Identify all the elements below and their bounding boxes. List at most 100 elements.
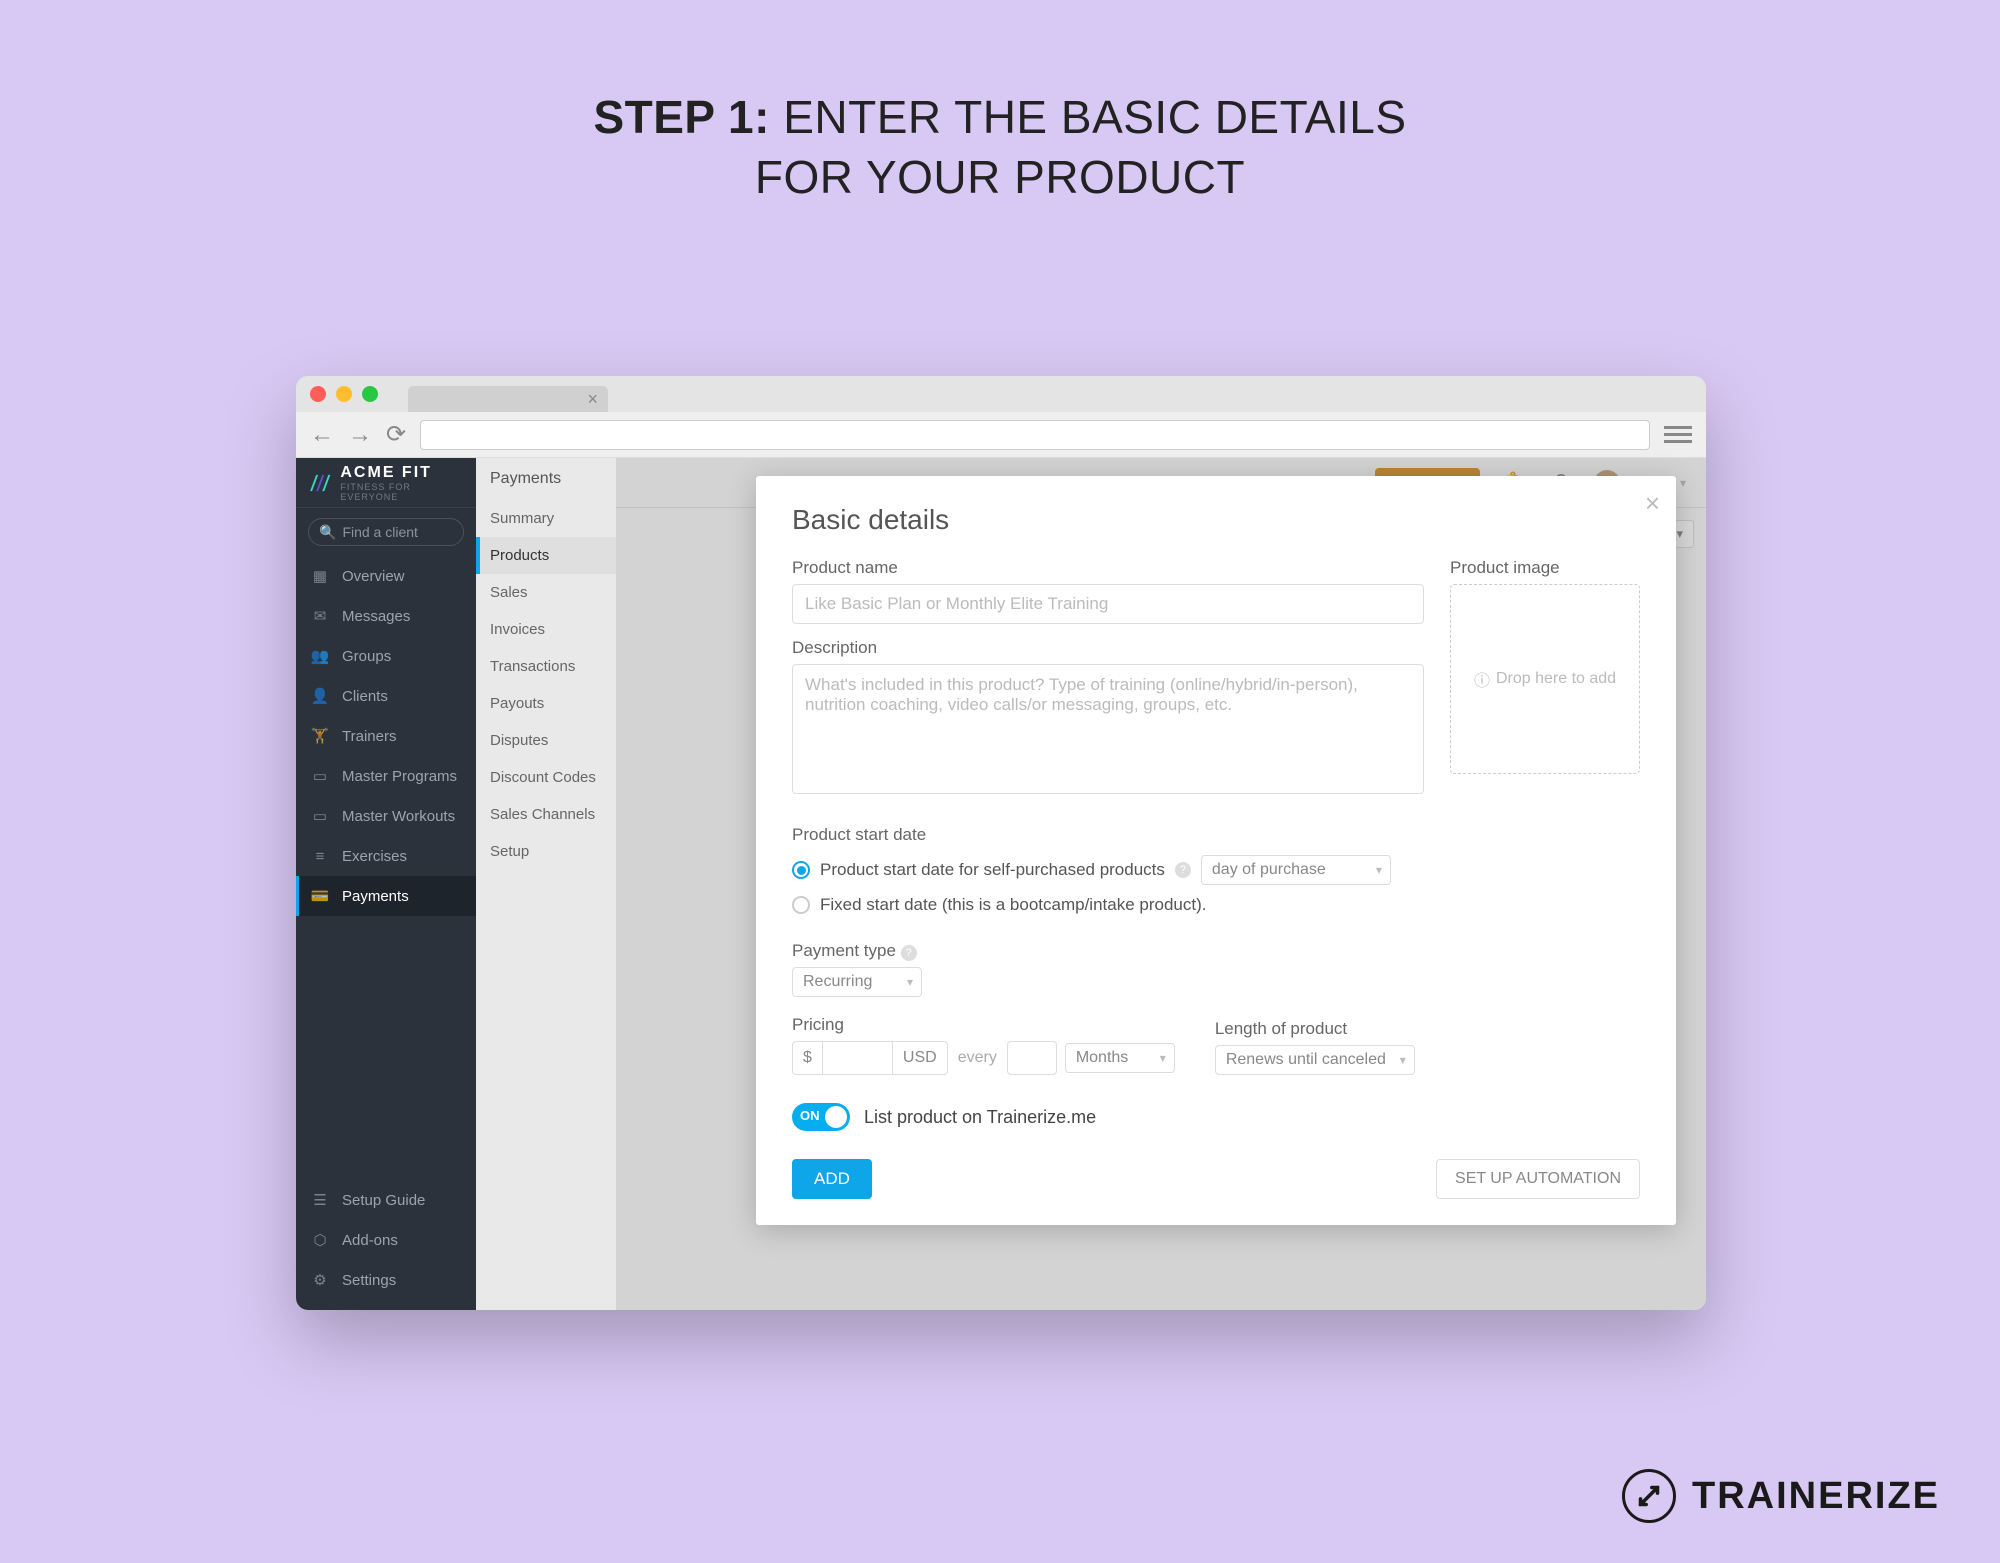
payments-icon: 💳 [310, 886, 330, 906]
payments-submenu-header: Payments [476, 458, 616, 500]
add-button[interactable]: ADD [792, 1159, 872, 1199]
chevron-down-icon: ▾ [1376, 863, 1382, 877]
submenu-products[interactable]: Products [476, 537, 616, 574]
product-name-input[interactable] [792, 584, 1424, 624]
image-dropzone[interactable]: ⓘDrop here to add [1450, 584, 1640, 774]
submenu-invoices[interactable]: Invoices [476, 611, 616, 648]
sidebar-item-exercises[interactable]: ≡Exercises [296, 836, 476, 876]
length-select[interactable]: Renews until canceled ▾ [1215, 1045, 1415, 1075]
submenu-sales-channels[interactable]: Sales Channels [476, 796, 616, 833]
messages-icon: ✉ [310, 606, 330, 626]
groups-icon: 👥 [310, 646, 330, 666]
period-count-input[interactable] [1007, 1041, 1057, 1075]
url-input[interactable] [420, 420, 1650, 450]
submenu-disputes[interactable]: Disputes [476, 722, 616, 759]
radio-self-label: Product start date for self-purchased pr… [820, 860, 1165, 880]
sidebar-item-master-workouts[interactable]: ▭Master Workouts [296, 796, 476, 836]
browser-window: × ← → ⟳ ACME FIT FITNESS FOR EVERYONE 🔍 … [296, 376, 1706, 1310]
help-icon[interactable]: ? [1175, 862, 1191, 878]
brand-icon [1622, 1469, 1676, 1523]
logo-text: ACME FIT [340, 464, 464, 482]
setup-automation-button[interactable]: SET UP AUTOMATION [1436, 1159, 1640, 1199]
basic-details-modal: × Basic details Product name Description… [756, 476, 1676, 1225]
chevron-down-icon: ▾ [1160, 1051, 1166, 1065]
sidebar-item-addons[interactable]: ⬡Add-ons [296, 1220, 476, 1260]
every-label: every [948, 1049, 1007, 1067]
forward-icon[interactable]: → [348, 421, 372, 449]
chevron-down-icon: ▾ [907, 975, 913, 989]
submenu-payouts[interactable]: Payouts [476, 685, 616, 722]
help-icon[interactable]: ? [901, 945, 917, 961]
browser-titlebar: × [296, 376, 1706, 412]
sidebar: ACME FIT FITNESS FOR EVERYONE 🔍 Find a c… [296, 458, 476, 1310]
reload-icon[interactable]: ⟳ [386, 420, 406, 449]
period-unit-select[interactable]: Months ▾ [1065, 1043, 1175, 1073]
start-date-select[interactable]: day of purchase ▾ [1201, 855, 1391, 885]
search-icon: 🔍 [319, 524, 336, 541]
sidebar-item-master-programs[interactable]: ▭Master Programs [296, 756, 476, 796]
sidebar-item-messages[interactable]: ✉Messages [296, 596, 476, 636]
radio-fixed-date[interactable] [792, 896, 810, 914]
product-image-label: Product image [1450, 558, 1640, 578]
product-name-label: Product name [792, 558, 1424, 578]
brand-text: TRAINERIZE [1692, 1475, 1940, 1518]
payment-type-select[interactable]: Recurring ▾ [792, 967, 922, 997]
browser-toolbar: ← → ⟳ [296, 412, 1706, 458]
trainers-icon: 🏋 [310, 726, 330, 746]
modal-title: Basic details [792, 504, 1640, 536]
sidebar-item-clients[interactable]: 👤Clients [296, 676, 476, 716]
main-content: ADD NEW ▾ 🔔 ? Elle D. ▾ oduct Name▾ SELL… [616, 458, 1706, 1310]
logo-tagline: FITNESS FOR EVERYONE [340, 482, 464, 502]
submenu-discount-codes[interactable]: Discount Codes [476, 759, 616, 796]
sidebar-item-payments[interactable]: 💳Payments [296, 876, 476, 916]
browser-tab[interactable]: × [408, 386, 608, 412]
close-window-icon[interactable] [310, 386, 326, 402]
brand-footer: TRAINERIZE [1622, 1469, 1940, 1523]
payment-type-label: Payment type ? [792, 941, 1640, 961]
description-label: Description [792, 638, 1424, 658]
close-tab-icon[interactable]: × [587, 389, 598, 410]
addons-icon: ⬡ [310, 1230, 330, 1250]
pricing-label: Pricing [792, 1015, 1175, 1035]
search-placeholder: Find a client [342, 524, 417, 540]
currency-symbol: $ [792, 1041, 823, 1075]
maximize-window-icon[interactable] [362, 386, 378, 402]
headline-line2: FOR YOUR PRODUCT [0, 150, 2000, 204]
currency-code: USD [893, 1041, 948, 1075]
menu-icon[interactable] [1664, 426, 1692, 443]
length-label: Length of product [1215, 1019, 1415, 1039]
minimize-window-icon[interactable] [336, 386, 352, 402]
sidebar-item-groups[interactable]: 👥Groups [296, 636, 476, 676]
sidebar-item-setup-guide[interactable]: ☰Setup Guide [296, 1180, 476, 1220]
submenu-summary[interactable]: Summary [476, 500, 616, 537]
list-product-toggle[interactable]: ON [792, 1103, 850, 1131]
pricing-inputs: $ USD every Months ▾ [792, 1041, 1175, 1075]
radio-fixed-label: Fixed start date (this is a bootcamp/int… [820, 895, 1206, 915]
sidebar-item-trainers[interactable]: 🏋Trainers [296, 716, 476, 756]
chevron-down-icon: ▾ [1400, 1053, 1406, 1067]
programs-icon: ▭ [310, 766, 330, 786]
settings-icon: ⚙ [310, 1270, 330, 1290]
overview-icon: ▦ [310, 566, 330, 586]
description-input[interactable] [792, 664, 1424, 794]
submenu-setup[interactable]: Setup [476, 833, 616, 870]
app-root: ACME FIT FITNESS FOR EVERYONE 🔍 Find a c… [296, 458, 1706, 1310]
workouts-icon: ▭ [310, 806, 330, 826]
sidebar-item-settings[interactable]: ⚙Settings [296, 1260, 476, 1300]
close-icon[interactable]: × [1645, 488, 1660, 519]
submenu-transactions[interactable]: Transactions [476, 648, 616, 685]
radio-self-purchase[interactable] [792, 861, 810, 879]
toggle-label: List product on Trainerize.me [864, 1107, 1096, 1128]
payments-submenu: Payments Summary Products Sales Invoices… [476, 458, 616, 1310]
exercises-icon: ≡ [310, 846, 330, 866]
search-client-input[interactable]: 🔍 Find a client [308, 518, 464, 546]
sidebar-item-overview[interactable]: ▦Overview [296, 556, 476, 596]
headline: STEP 1: ENTER THE BASIC DETAILS [0, 90, 2000, 144]
start-date-label: Product start date [792, 825, 1640, 845]
back-icon[interactable]: ← [310, 421, 334, 449]
price-amount-input[interactable] [823, 1041, 893, 1075]
clients-icon: 👤 [310, 686, 330, 706]
traffic-lights [310, 386, 378, 402]
setup-guide-icon: ☰ [310, 1190, 330, 1210]
submenu-sales[interactable]: Sales [476, 574, 616, 611]
